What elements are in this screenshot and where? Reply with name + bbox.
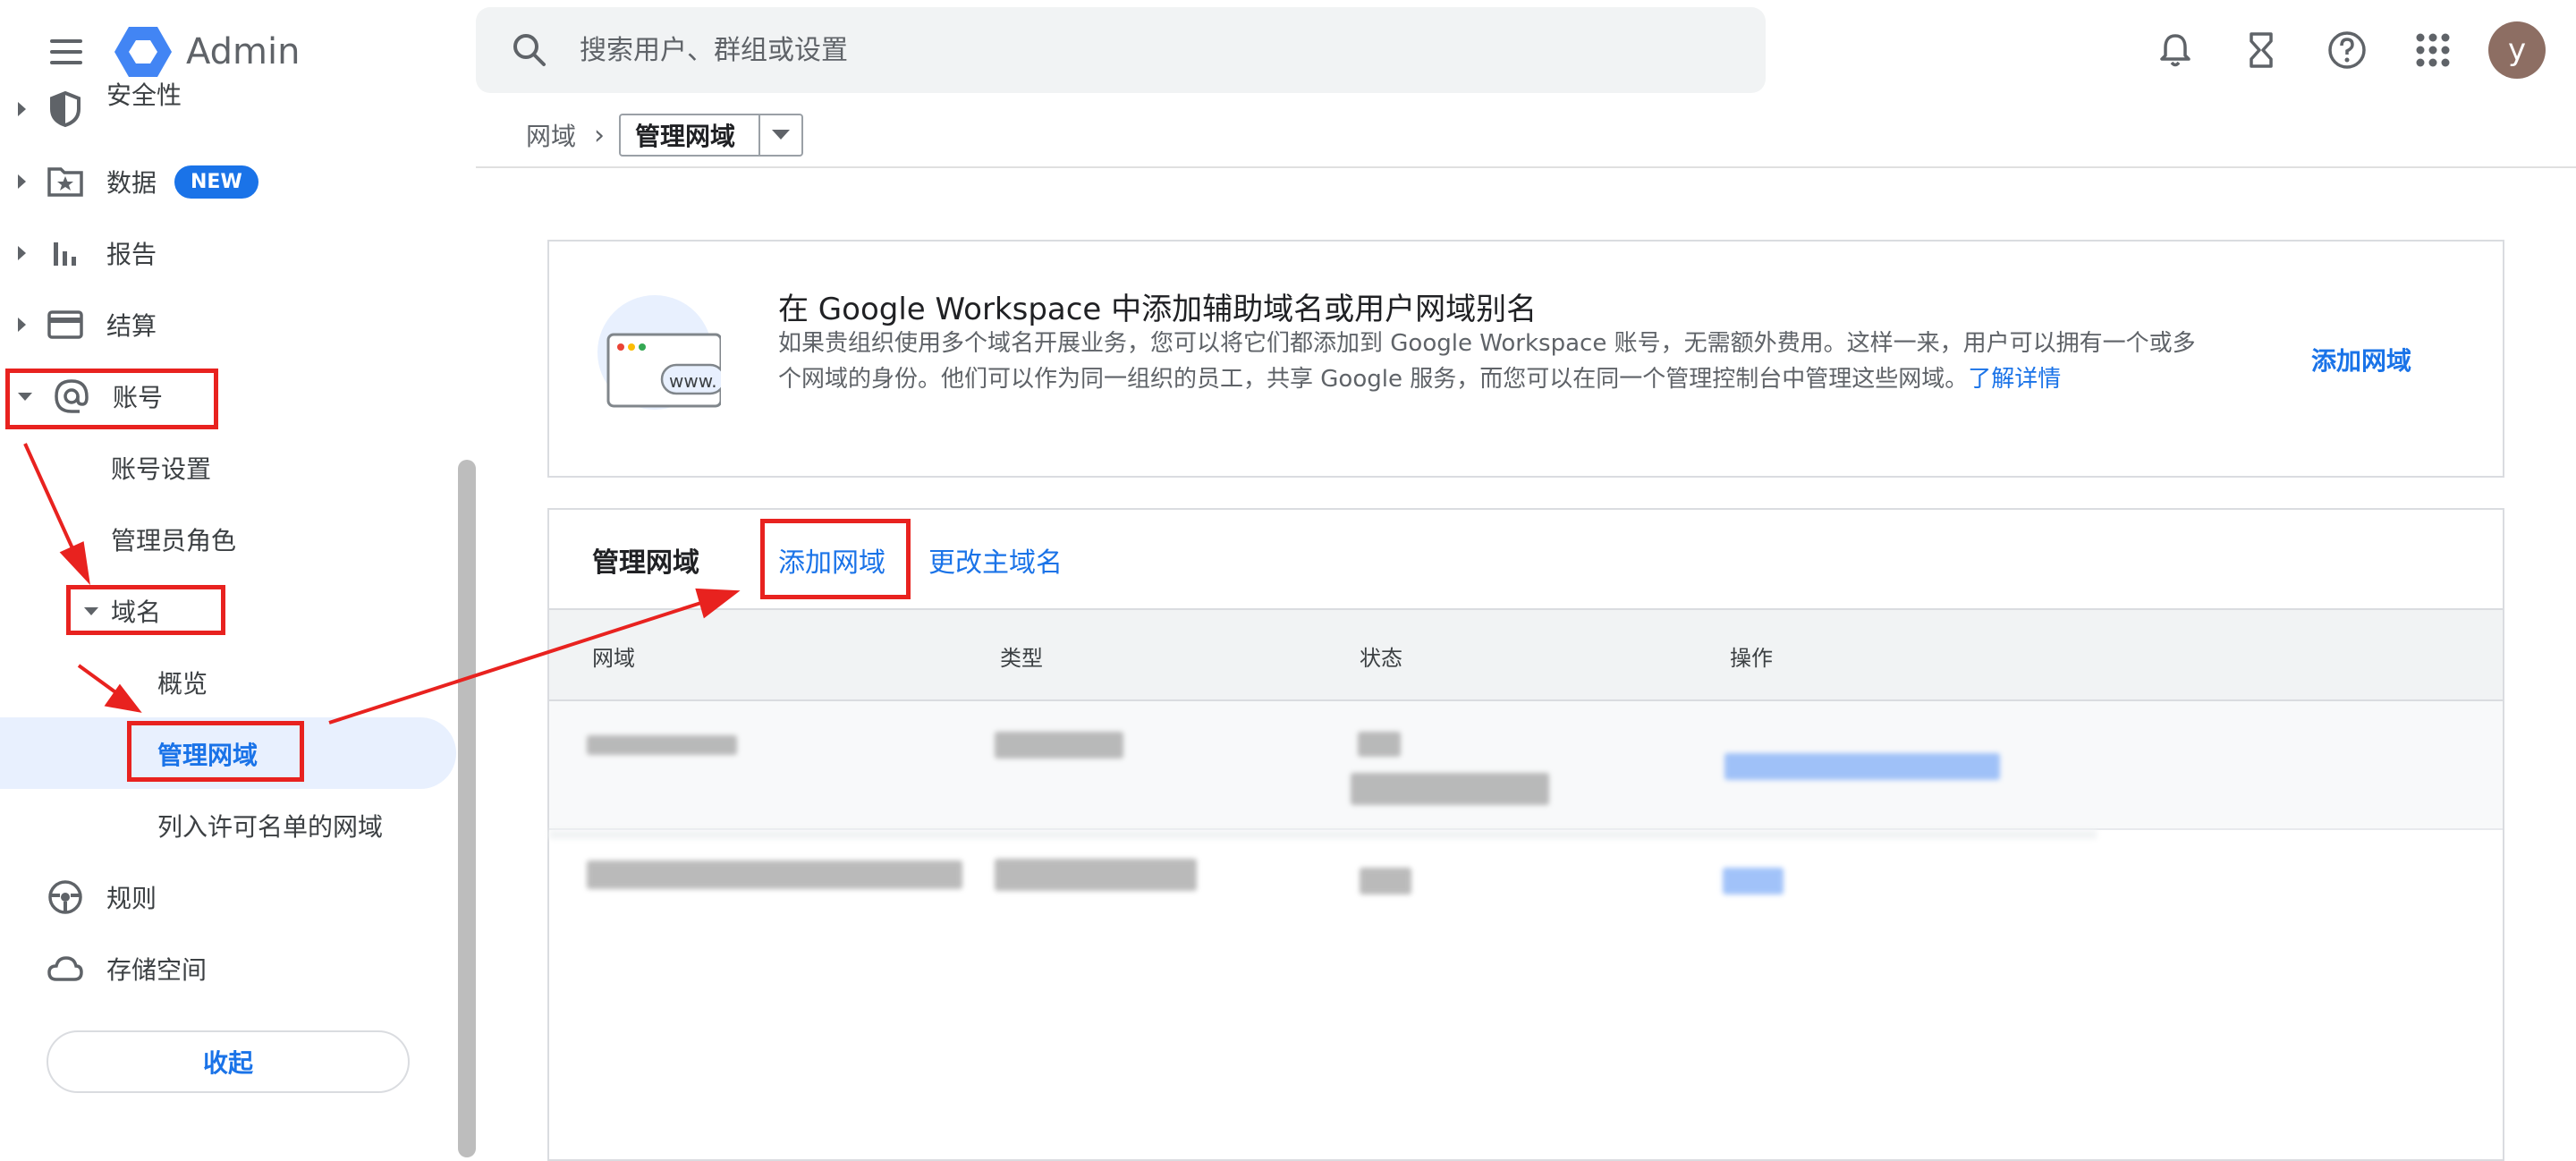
highlight-box-account [5,369,218,429]
illustration-text: www. [669,370,717,392]
collapse-sidebar-button[interactable]: 收起 [47,1030,410,1093]
sidebar-item-label: 存储空间 [106,955,208,985]
sidebar-item-label: 结算 [106,311,157,341]
search-input[interactable] [578,33,1655,67]
sidebar-item-label: 安全性 [106,81,182,110]
sidebar-subitem-allowlisted-domains[interactable]: 列入许可名单的网域 [157,791,383,860]
promo-title: 在 Google Workspace 中添加辅助域名或用户网域别名 [778,292,1538,327]
credit-card-icon [46,305,85,344]
column-header-type[interactable]: 类型 [1000,640,1043,672]
column-header-status[interactable]: 状态 [1360,640,1402,672]
hourglass-icon [2250,32,2273,68]
cloud-icon [46,949,85,988]
redacted-cell [587,735,737,755]
redacted-cell [587,860,962,889]
sidebar-item-label: 报告 [106,240,157,269]
shield-icon [46,89,85,129]
table-header [549,608,2503,701]
sidebar-scrollbar[interactable] [458,460,476,1157]
sidebar-subitem-account-settings[interactable]: 账号设置 [111,433,211,503]
browser-window-illustration: www. [590,295,726,413]
sidebar-item-rules[interactable]: 规则 [0,862,456,932]
highlight-box-manage-domains [127,721,304,782]
arrowhead-icon [104,683,142,713]
expand-caret-icon [18,174,26,189]
promo-description: 如果贵组织使用多个域名开展业务，您可以将它们都添加到 Google Worksp… [778,330,2196,393]
sidebar-item-reports[interactable]: 报告 [0,218,456,288]
highlight-box-domains [66,585,225,635]
sidebar-item-label: 规则 [106,884,157,913]
help-icon [2328,31,2366,69]
notifications-button[interactable] [2148,23,2202,77]
sidebar-item-billing[interactable]: 结算 [0,290,456,360]
search-bar[interactable] [476,7,1766,93]
chevron-down-icon [758,115,801,155]
breadcrumb-current: 管理网域 [635,122,736,151]
redacted-cell [995,732,1123,758]
column-header-actions[interactable]: 操作 [1730,640,1773,672]
redacted-cell [1360,868,1411,894]
redacted-cell [1351,773,1549,805]
admin-logo[interactable]: Admin [114,25,300,79]
tasks-button[interactable] [2234,23,2288,77]
data-star-folder-icon [46,162,85,201]
apps-grid-icon [2416,33,2450,67]
expand-caret-icon [18,318,26,332]
redacted-cell [1358,732,1401,757]
admin-hexagon-icon [114,27,172,77]
bar-chart-icon [46,233,85,273]
search-icon [513,34,546,66]
help-button[interactable] [2320,23,2374,77]
expand-caret-icon [18,102,26,116]
table-row [549,701,2503,830]
annotation-arrow [77,664,120,696]
breadcrumb-page-select[interactable]: 管理网域 [619,114,803,157]
panel-title: 管理网域 [592,547,699,579]
change-primary-domain-link[interactable]: 更改主域名 [928,540,1063,580]
bell-icon [2160,34,2190,67]
avatar[interactable]: y [2488,21,2546,79]
column-header-domain[interactable]: 网域 [592,640,635,672]
redacted-cell [995,859,1197,891]
expand-caret-icon [18,246,26,260]
annotation-arrow [23,443,79,559]
arrowhead-icon [59,541,90,586]
redacted-divider [549,830,2097,839]
sidebar-item-security[interactable]: 安全性 [0,75,456,143]
learn-more-link[interactable]: 了解详情 [1968,366,2061,393]
highlight-box-add-domain [760,519,911,599]
sidebar-item-data[interactable]: 数据 NEW [0,147,456,216]
hamburger-icon [50,39,82,43]
redacted-action-link[interactable] [1724,753,2000,780]
redacted-action-link[interactable] [1723,868,1784,894]
sidebar-subitem-overview[interactable]: 概览 [157,648,208,717]
breadcrumb-root[interactable]: 网域 [526,117,576,153]
breadcrumb: 网域 › [526,113,605,157]
sidebar-subitem-admin-roles[interactable]: 管理员角色 [111,504,236,574]
apps-button[interactable] [2406,23,2460,77]
steering-wheel-icon [46,877,85,917]
main-menu-button[interactable] [38,25,91,79]
sidebar-item-storage[interactable]: 存储空间 [0,934,456,1004]
header-divider [476,166,2576,168]
sidebar-item-label: 数据 [106,168,157,198]
new-badge: NEW [174,165,258,199]
app-title: Admin [186,31,301,72]
promo-add-domain-link[interactable]: 添加网域 [2311,342,2411,377]
breadcrumb-separator: › [594,119,606,151]
